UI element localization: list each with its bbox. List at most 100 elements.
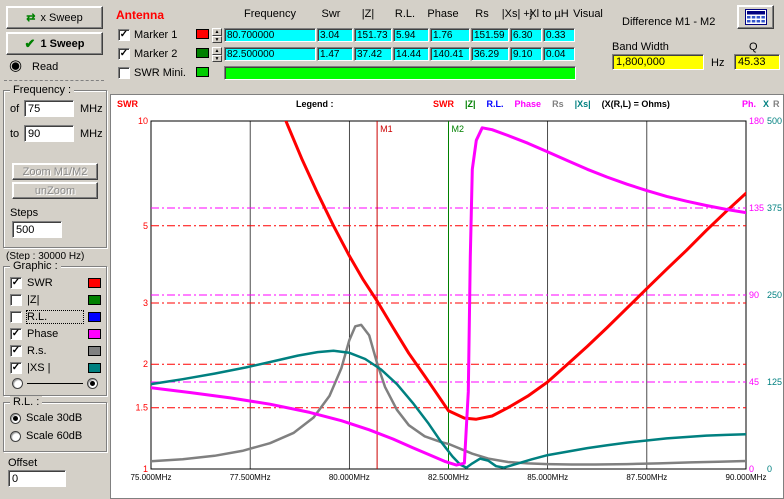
column-header-2: |Z| <box>362 8 374 20</box>
graphic-checkbox-4[interactable]: ✓ <box>10 345 22 357</box>
swr-mini-color-swatch <box>196 67 209 77</box>
read-indicator-icon[interactable]: ◉ <box>9 58 22 73</box>
freq-start-input[interactable] <box>24 100 74 117</box>
curve-color-swatch <box>88 329 101 339</box>
curve-color-swatch <box>88 278 101 288</box>
check-icon: ✔ <box>25 36 36 52</box>
rl-scale-label-0: Scale 30dB <box>26 412 82 424</box>
app-window: ⇄ x Sweep ✔ 1 Sweep ◉ Read Frequency : o… <box>0 0 784 499</box>
column-header-4: Phase <box>427 8 458 20</box>
column-header-5: Rs <box>475 8 488 20</box>
marker1-checkbox[interactable]: ✓ <box>118 29 130 41</box>
marker1-spinner[interactable]: ▲▼ <box>212 28 222 43</box>
difference-label: Difference M1 - M2 <box>622 16 715 28</box>
one-sweep-button[interactable]: ✔ 1 Sweep <box>6 32 103 55</box>
phase-tick-90: 90 <box>749 290 759 300</box>
marker1-value-0: 80.700000 <box>224 28 316 42</box>
marker1-value-6: 6.30 <box>510 28 542 42</box>
marker2-value-3: 14.44 <box>393 47 429 61</box>
legend-note: (X(R,L) = Ohms) <box>602 99 670 109</box>
freq-to-label: to <box>10 128 19 140</box>
marker2-value-1: 1.47 <box>317 47 353 61</box>
marker2-row: ✓Marker 2▲▼82.5000001.4737.4214.44140.41… <box>116 46 594 63</box>
graphic-label-0: SWR <box>27 277 83 289</box>
marker1-values: 80.7000003.04151.735.941.76151.596.300.3… <box>224 28 576 42</box>
swr-mini-label: SWR Mini. <box>134 67 186 79</box>
freq-tick-4: 85.000MHz <box>527 473 568 482</box>
graphic-label-1: |Z| <box>27 294 83 306</box>
graphic-row-0: ✓ SWR <box>4 274 106 291</box>
freq-of-unit: MHz <box>80 103 103 115</box>
phase-tick-180: 180 <box>749 116 764 126</box>
marker1-color-swatch <box>196 29 209 39</box>
line-style-radio-right[interactable] <box>87 378 98 389</box>
graphic-checkbox-3[interactable]: ✓ <box>10 328 22 340</box>
column-header-1: Swr <box>322 8 341 20</box>
marker2-spinner[interactable]: ▲▼ <box>212 47 222 62</box>
freq-tick-6: 90.000MHz <box>726 473 767 482</box>
graphic-label-5: |XS | <box>27 362 83 374</box>
one-sweep-label: 1 Sweep <box>40 38 84 50</box>
rl-scale-label-1: Scale 60dB <box>26 430 82 442</box>
line-style-row <box>12 378 98 389</box>
marker-label-M2: M2 <box>452 124 465 134</box>
phase-tick-135: 135 <box>749 203 764 213</box>
x-sweep-button[interactable]: ⇄ x Sweep <box>6 6 103 29</box>
marker1-label: Marker 1 <box>134 29 177 41</box>
marker1-value-5: 151.59 <box>471 28 509 42</box>
freq-end-input[interactable] <box>24 125 74 142</box>
ohms-tick-0: 0 <box>767 464 772 474</box>
reactance-axis-title: X <box>763 99 769 109</box>
zoom-m1m2-button[interactable]: Zoom M1/M2 <box>12 163 98 180</box>
antenna-title: Antenna <box>116 8 164 22</box>
calculator-button[interactable] <box>737 5 774 29</box>
marker2-checkbox[interactable]: ✓ <box>118 48 130 60</box>
steps-label: Steps <box>10 207 38 219</box>
swr-axis-title: SWR <box>117 99 138 109</box>
marker2-color-swatch <box>196 48 209 58</box>
graphic-checkbox-1[interactable] <box>10 294 22 306</box>
column-header-0: Frequency <box>244 8 296 20</box>
rl-scale-radio-0[interactable] <box>10 413 21 424</box>
marker2-values: 82.5000001.4737.4214.44140.4136.299.100.… <box>224 47 576 61</box>
marker2-value-5: 36.29 <box>471 47 509 61</box>
graphic-checkbox-5[interactable]: ✓ <box>10 362 22 374</box>
steps-input[interactable] <box>12 221 62 238</box>
graphic-checkbox-0[interactable]: ✓ <box>10 277 22 289</box>
swr-mini-bar <box>224 66 576 80</box>
phase-axis-title: Ph. <box>742 99 756 109</box>
swr-tick-1.5: 1.5 <box>135 403 148 413</box>
marker2-value-2: 37.42 <box>354 47 392 61</box>
curve-color-swatch <box>88 295 101 305</box>
swr-mini-checkbox[interactable] <box>118 67 130 79</box>
graphic-checkbox-2[interactable] <box>10 311 22 323</box>
graphic-label-2: R.L. <box>27 311 83 323</box>
freq-tick-5: 87.500MHz <box>626 473 667 482</box>
marker1-value-1: 3.04 <box>317 28 353 42</box>
line-style-radio-left[interactable] <box>12 378 23 389</box>
calculator-icon <box>745 9 767 25</box>
rl-scale-radio-1[interactable] <box>10 431 21 442</box>
rl-option-0: Scale 30dB <box>10 409 104 427</box>
unzoom-button[interactable]: unZoom <box>12 182 98 199</box>
curve-color-swatch <box>88 346 101 356</box>
ohms-tick-125: 125 <box>767 377 782 387</box>
swr-tick-10: 10 <box>138 116 148 126</box>
legend-item-2: R.L. <box>487 99 504 109</box>
offset-label: Offset <box>8 457 37 469</box>
ohms-tick-500: 500 <box>767 116 782 126</box>
freq-tick-0: 75.000MHz <box>131 473 172 482</box>
marker2-value-0: 82.500000 <box>224 47 316 61</box>
ohms-tick-375: 375 <box>767 203 782 213</box>
legend-items: SWR|Z|R.L.PhaseRs|Xs|(X(R,L) = Ohms) <box>433 99 670 109</box>
sweep-cycle-icon: ⇄ <box>26 11 35 24</box>
marker1-value-2: 151.73 <box>354 28 392 42</box>
graphic-row-5: ✓ |XS | <box>4 359 106 376</box>
swr-tick-3: 3 <box>143 298 148 308</box>
legend-item-4: Rs <box>552 99 564 109</box>
offset-input[interactable] <box>8 470 66 487</box>
graphic-group-title: Graphic : <box>10 260 61 272</box>
rl-options: Scale 30dB Scale 60dB <box>10 409 104 445</box>
marker2-value-4: 140.41 <box>430 47 470 61</box>
graphic-row-4: ✓R.s. <box>4 342 106 359</box>
